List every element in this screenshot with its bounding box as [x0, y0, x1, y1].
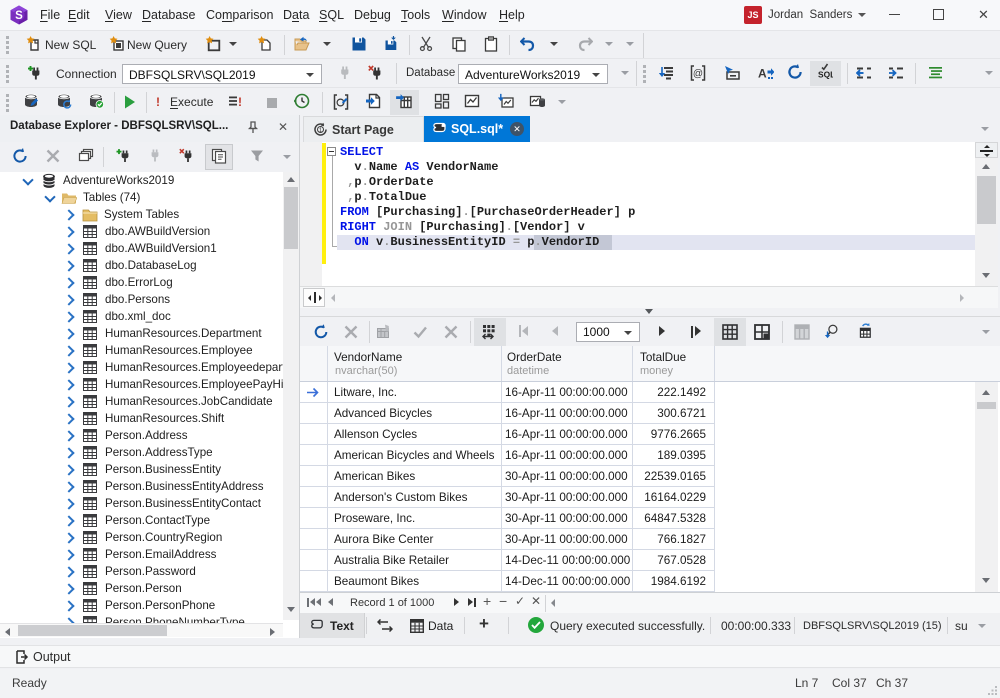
- svg-text:1: 1: [319, 128, 323, 134]
- svg-text:SQL: SQL: [818, 70, 833, 80]
- svg-text:S: S: [15, 10, 23, 22]
- svg-text:!: !: [238, 95, 242, 109]
- svg-text:@: @: [693, 69, 703, 80]
- svg-text:A: A: [758, 67, 767, 81]
